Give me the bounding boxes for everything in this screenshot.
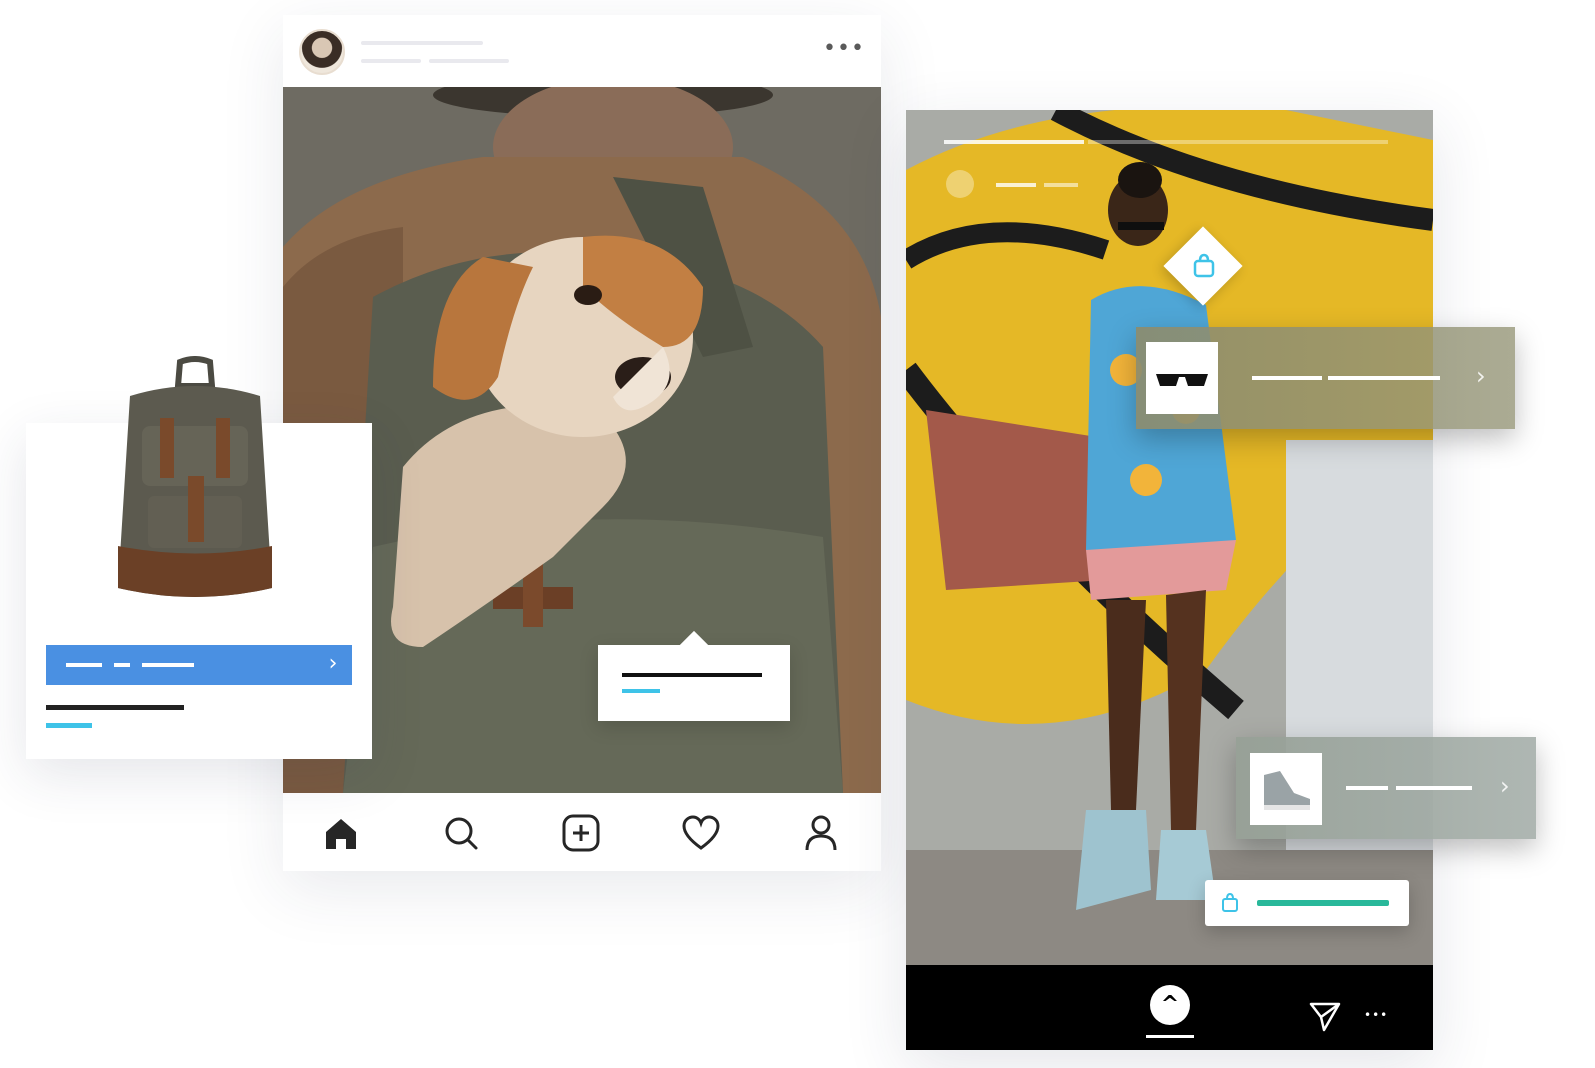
shopping-bag-icon — [1222, 892, 1238, 912]
man-with-dog-in-backpack-illustration — [283, 87, 881, 793]
home-icon — [326, 819, 356, 849]
sunglasses-thumbnail — [1146, 342, 1218, 414]
sneaker-image — [1264, 771, 1310, 810]
chevron-up-icon: ^ — [1160, 992, 1180, 1017]
button-label-placeholder-1 — [66, 663, 102, 667]
sneaker-thumbnail — [1250, 753, 1322, 825]
product-sticker-sneaker[interactable]: › — [1236, 737, 1536, 839]
post-header: ••• — [283, 15, 881, 87]
profile-icon — [805, 815, 837, 851]
nav-profile[interactable] — [799, 811, 843, 855]
sticker-name-placeholder — [1346, 786, 1388, 790]
story-more-dots-icon[interactable]: ••• — [1364, 1005, 1404, 1025]
add-post-icon — [562, 814, 600, 852]
chevron-right-icon: › — [1476, 362, 1486, 390]
location-placeholder-2 — [429, 59, 509, 63]
more-dots-icon[interactable]: ••• — [823, 37, 864, 61]
tag-product-name-placeholder — [622, 673, 762, 677]
chevron-right-icon: › — [328, 651, 338, 676]
nav-activity[interactable] — [679, 811, 723, 855]
sticker-name-placeholder — [1252, 376, 1322, 380]
nav-home[interactable] — [319, 811, 363, 855]
chevron-right-icon: › — [1500, 772, 1510, 800]
shop-now-button[interactable]: › — [46, 645, 352, 685]
sticker-name-placeholder-2 — [1396, 786, 1472, 790]
search-icon — [445, 817, 478, 850]
nav-search[interactable] — [439, 811, 483, 855]
product-tag-bubble[interactable] — [598, 645, 790, 721]
location-placeholder — [361, 59, 421, 63]
story-footer: ^ ••• — [906, 965, 1433, 1050]
heart-icon — [682, 815, 720, 850]
product-price-placeholder — [46, 723, 92, 728]
shopping-bag-icon — [1193, 253, 1215, 278]
backpack-image — [118, 356, 272, 597]
swipe-up-indicator — [1146, 1035, 1194, 1038]
feed-post-card: ••• — [283, 15, 881, 871]
sunglasses-image — [1156, 374, 1208, 386]
shop-tag-pill[interactable] — [1205, 880, 1409, 926]
profile-avatar[interactable] — [299, 29, 345, 75]
send-icon[interactable] — [1308, 999, 1342, 1033]
swipe-up-button[interactable]: ^ — [1150, 985, 1190, 1025]
username-placeholder — [361, 41, 483, 45]
shop-pill-label-placeholder — [1257, 900, 1389, 906]
button-label-placeholder-3 — [142, 663, 194, 667]
button-label-placeholder-2 — [114, 663, 130, 667]
bottom-navigation — [283, 793, 881, 871]
tag-price-placeholder — [622, 689, 660, 693]
product-sticker-sunglasses[interactable]: › — [1136, 327, 1515, 429]
post-photo — [283, 87, 881, 793]
product-name-placeholder — [46, 705, 184, 710]
nav-add-post[interactable] — [559, 811, 603, 855]
sticker-name-placeholder-2 — [1328, 376, 1440, 380]
